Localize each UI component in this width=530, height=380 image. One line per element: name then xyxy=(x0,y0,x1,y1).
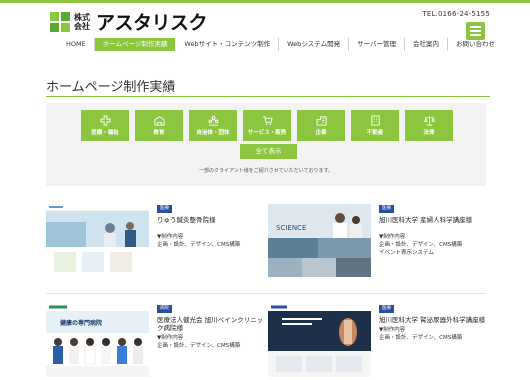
work-name[interactable]: りゅう鍼灸整骨院様 xyxy=(157,216,267,224)
show-all-button[interactable]: 全て表示 xyxy=(240,144,297,159)
category-municipal-button[interactable]: 自治体・団体 xyxy=(189,110,237,141)
global-nav: HOME ホームページ制作実績 Webサイト・コンテンツ制作 Webシステム開発… xyxy=(58,38,503,51)
work-thumbnail[interactable]: 健康の専門病院 xyxy=(46,304,149,377)
people-icon xyxy=(208,115,218,126)
nav-item-contact[interactable]: お問い合わせ xyxy=(448,38,503,51)
nav-item-web-system[interactable]: Webシステム開発 xyxy=(279,38,350,51)
category-label: 自治体・団体 xyxy=(196,130,230,136)
page-title: ホームページ制作実績 xyxy=(46,80,176,95)
row-divider xyxy=(46,293,486,294)
work-card[interactable]: 医療 旭川医科大学 腎泌尿器外科学講座様 ▼制作内容 企画・設計、デザイン、CM… xyxy=(268,304,486,380)
work-detail-text: 企画・設計、デザイン、CMS構築 xyxy=(379,242,463,248)
category-label: 医療・福祉 xyxy=(91,130,119,136)
work-name[interactable]: 旭川医科大学 産婦人科学講座様 xyxy=(379,216,489,224)
nav-item-web-content[interactable]: Webサイト・コンテンツ制作 xyxy=(176,38,280,51)
apartment-icon xyxy=(370,115,380,126)
work-detail-heading: ▼制作内容 xyxy=(157,234,184,240)
work-detail-text: イベント表示システム xyxy=(379,250,434,256)
school-icon xyxy=(153,116,165,126)
category-realestate-button[interactable]: 不動産 xyxy=(351,110,399,141)
top-accent-line xyxy=(0,0,530,3)
title-underline xyxy=(46,96,490,97)
scales-icon xyxy=(423,115,435,126)
building-icon xyxy=(315,116,327,126)
work-thumbnail[interactable] xyxy=(268,304,371,377)
work-thumbnail[interactable]: SCIENCE xyxy=(268,204,371,277)
nav-item-company[interactable]: 会社案内 xyxy=(405,38,449,51)
category-label: 不動産 xyxy=(366,130,384,136)
category-company-button[interactable]: 企業 xyxy=(297,110,345,141)
category-label: 法律 xyxy=(423,130,435,136)
work-card[interactable]: 健康の専門病院 病院 医療法人健光会 旭川ペインクリニック病院様 ▼制作内容 企… xyxy=(46,304,264,380)
category-badge: 医療 xyxy=(157,205,172,213)
work-name[interactable]: 医療法人健光会 旭川ペインクリニック病院様 xyxy=(157,316,267,332)
phone-number: TEL.0166-24-5155 xyxy=(422,10,490,18)
cart-icon xyxy=(262,116,273,125)
work-thumbnail[interactable] xyxy=(46,204,149,277)
nav-item-works[interactable]: ホームページ制作実績 xyxy=(94,38,176,51)
medical-cross-icon xyxy=(99,115,111,126)
category-badge: 医療 xyxy=(379,305,394,313)
work-detail-text: 企画・設計、デザイン、CMS構築 xyxy=(157,343,241,349)
work-detail-heading: ▼制作内容 xyxy=(379,327,406,333)
work-card[interactable]: 医療 りゅう鍼灸整骨院様 ▼制作内容 企画・設計、デザイン、CMS構築 xyxy=(46,204,264,280)
category-medical-button[interactable]: 医療・福祉 xyxy=(81,110,129,141)
nav-item-server[interactable]: サーバー管理 xyxy=(349,38,406,51)
category-label: 企業 xyxy=(315,130,327,136)
work-detail-heading: ▼制作内容 xyxy=(157,335,184,341)
category-service-button[interactable]: サービス・販売 xyxy=(243,110,291,141)
work-detail-heading: ▼制作内容 xyxy=(379,234,406,240)
category-law-button[interactable]: 法律 xyxy=(405,110,453,141)
category-badge: 医療 xyxy=(379,205,394,213)
category-education-button[interactable]: 教育 xyxy=(135,110,183,141)
work-name[interactable]: 旭川医科大学 腎泌尿器外科学講座様 xyxy=(379,316,489,324)
work-detail-text: 企画・設計、デザイン、CMS構築 xyxy=(379,335,463,341)
category-filter-panel: 医療・福祉 教育 自治体・団体 サービス・販売 企業 不動産 法律 全て表示 一… xyxy=(46,103,486,186)
client-note: 一部のクライアント様をご紹介させていただいております。 xyxy=(198,168,333,174)
logo-mark-icon xyxy=(50,11,70,32)
category-badge: 病院 xyxy=(157,305,172,313)
company-logo[interactable]: 株式会社 アスタリスク xyxy=(50,8,208,35)
work-detail-text: 企画・設計、デザイン、CMS構築 xyxy=(157,242,241,248)
logo-text: アスタリスク xyxy=(96,12,208,34)
thumb-science-text: SCIENCE xyxy=(276,224,306,232)
category-label: 教育 xyxy=(153,130,165,136)
nav-item-home[interactable]: HOME xyxy=(58,38,95,51)
work-card[interactable]: SCIENCE 医療 旭川医科大学 産婦人科学講座様 ▼制作内容 企画・設計、デ… xyxy=(268,204,486,280)
logo-small-text: 株式会社 xyxy=(74,12,90,31)
thumb-banner-text: 健康の専門病院 xyxy=(60,319,102,327)
category-label: サービス・販売 xyxy=(247,130,287,136)
